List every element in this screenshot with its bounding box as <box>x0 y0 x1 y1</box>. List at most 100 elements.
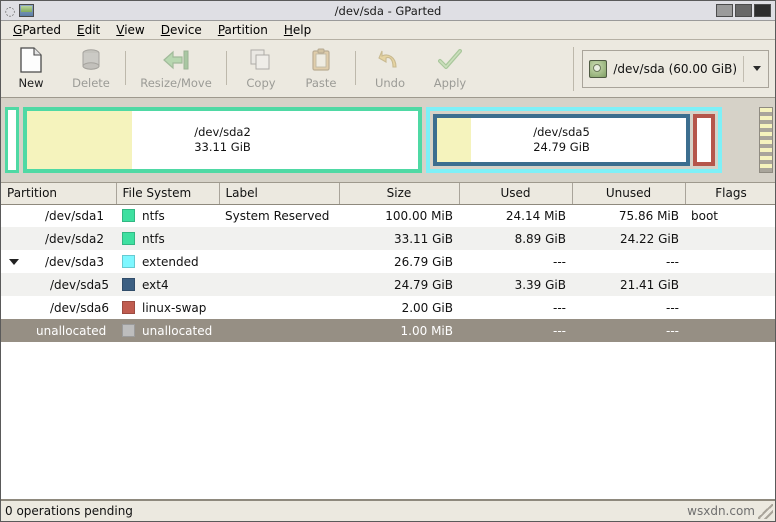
column-header-label[interactable]: Label <box>219 183 340 205</box>
cell-flags <box>685 227 775 250</box>
close-button[interactable] <box>754 4 771 17</box>
filesystem-name: unallocated <box>142 323 213 338</box>
graphic-partition-sda5[interactable]: /dev/sda5 24.79 GiB <box>433 114 690 166</box>
cell-partition: /dev/sda3 <box>1 250 116 273</box>
cell-size: 26.79 GiB <box>339 250 459 273</box>
cell-unused: 21.41 GiB <box>572 273 685 296</box>
cell-label <box>219 250 339 273</box>
copy-icon <box>246 46 276 74</box>
maximize-button[interactable] <box>735 4 752 17</box>
chevron-down-icon <box>8 258 19 265</box>
device-selector[interactable]: /dev/sda (60.00 GiB) <box>582 49 769 88</box>
cell-size: 33.11 GiB <box>339 227 459 250</box>
cell-used: 24.14 MiB <box>459 204 572 227</box>
partition-table-container: Partition File System Label Size Used Un… <box>1 182 775 499</box>
undo-button-label: Undo <box>374 76 406 90</box>
graphic-partition-sda1-fill <box>8 110 16 170</box>
resize-grip[interactable] <box>758 504 773 519</box>
graphic-partition-sda5-fill: /dev/sda5 24.79 GiB <box>437 118 686 162</box>
graphic-partition-sda6[interactable] <box>693 114 715 166</box>
delete-button[interactable]: Delete <box>61 40 121 96</box>
cell-filesystem: ntfs <box>116 204 219 227</box>
toolbar-separator-1 <box>125 51 126 85</box>
filesystem-name: linux-swap <box>142 300 207 315</box>
disk-graphic-partitions: /dev/sda2 33.11 GiB /dev/sda5 24.79 GiB <box>5 107 755 173</box>
table-row[interactable]: /dev/sda3 extended 26.79 GiB --- --- <box>1 250 775 273</box>
column-header-unused[interactable]: Unused <box>572 183 686 205</box>
partition-name: /dev/sda1 <box>44 208 104 223</box>
graphic-vertical-scrollbar[interactable] <box>759 107 773 173</box>
menu-help[interactable]: Help <box>276 22 319 38</box>
graphic-partition-sda1[interactable] <box>5 107 19 173</box>
resize-arrow-icon <box>161 46 191 74</box>
device-selector-divider <box>743 55 744 82</box>
cell-used: 8.89 GiB <box>459 227 572 250</box>
cell-partition: /dev/sda6 <box>1 296 116 319</box>
cell-size: 100.00 MiB <box>339 204 459 227</box>
window-controls <box>716 4 775 17</box>
device-selector-area: /dev/sda (60.00 GiB) <box>573 40 775 97</box>
column-header-partition[interactable]: Partition <box>1 183 117 205</box>
table-row[interactable]: /dev/sda2 ntfs 33.11 GiB 8.89 GiB 24.22 GiB <box>1 227 775 250</box>
filesystem-color-swatch <box>122 324 135 337</box>
expander-triangle-icon[interactable] <box>7 258 20 265</box>
chevron-down-icon[interactable] <box>753 66 761 71</box>
cell-flags: boot <box>685 204 775 227</box>
cell-filesystem: ext4 <box>116 273 219 296</box>
menu-view[interactable]: View <box>108 22 152 38</box>
partition-name: /dev/sda2 <box>44 231 104 246</box>
column-header-filesystem[interactable]: File System <box>116 183 220 205</box>
table-row[interactable]: /dev/sda5 ext4 24.79 GiB 3.39 GiB 21.41 GiB <box>1 273 775 296</box>
table-row[interactable]: unallocated unallocated 1.00 MiB --- --- <box>1 319 775 342</box>
graphic-partition-sda6-fill <box>697 118 711 162</box>
minimize-button[interactable] <box>716 4 733 17</box>
menu-device[interactable]: Device <box>153 22 210 38</box>
table-row[interactable]: /dev/sda1 ntfs System Reserved 100.00 MiB 24… <box>1 204 775 227</box>
cell-filesystem: ntfs <box>116 227 219 250</box>
column-header-flags[interactable]: Flags <box>685 183 775 205</box>
resize-move-button[interactable]: Resize/Move <box>130 40 222 96</box>
new-button[interactable]: New <box>1 40 61 96</box>
apply-button[interactable]: Apply <box>420 40 480 96</box>
menu-bar: GParted Edit View Device Partition Help <box>1 21 775 40</box>
cell-unused: --- <box>572 296 685 319</box>
column-header-used[interactable]: Used <box>459 183 573 205</box>
paste-button[interactable]: Paste <box>291 40 351 96</box>
copy-button[interactable]: Copy <box>231 40 291 96</box>
cell-unused: --- <box>572 319 685 342</box>
cell-label <box>219 273 339 296</box>
column-header-size[interactable]: Size <box>339 183 460 205</box>
cell-label <box>219 319 339 342</box>
filesystem-color-swatch <box>122 232 135 245</box>
cell-filesystem: extended <box>116 250 219 273</box>
menu-gparted[interactable]: GParted <box>5 22 69 38</box>
checkmark-icon <box>435 46 465 74</box>
new-document-icon <box>16 46 46 74</box>
undo-button[interactable]: Undo <box>360 40 420 96</box>
graphic-partition-sda2[interactable]: /dev/sda2 33.11 GiB <box>23 107 422 173</box>
filesystem-color-swatch <box>122 209 135 223</box>
hard-disk-icon <box>589 59 608 78</box>
cell-size: 24.79 GiB <box>339 273 459 296</box>
partition-name: /dev/sda5 <box>50 277 110 292</box>
copy-button-label: Copy <box>246 76 276 90</box>
disk-graphic-pane: /dev/sda2 33.11 GiB /dev/sda5 24.79 GiB <box>1 98 775 182</box>
cell-label <box>219 227 339 250</box>
filesystem-name: ntfs <box>142 208 165 223</box>
graphic-sda5-used-bar <box>437 118 472 162</box>
cell-unused: 75.86 MiB <box>572 204 685 227</box>
menu-partition[interactable]: Partition <box>210 22 276 38</box>
table-row[interactable]: /dev/sda6 linux-swap 2.00 GiB --- --- <box>1 296 775 319</box>
partition-name: unallocated <box>36 323 107 338</box>
table-header-row: Partition File System Label Size Used Un… <box>1 183 775 205</box>
toolbar-separator-4 <box>573 46 575 91</box>
cell-size: 1.00 MiB <box>339 319 459 342</box>
resize-move-button-label: Resize/Move <box>140 76 212 90</box>
menu-edit[interactable]: Edit <box>69 22 108 38</box>
graphic-partition-sda3-extended[interactable]: /dev/sda5 24.79 GiB <box>426 107 722 173</box>
cell-partition: /dev/sda2 <box>1 227 116 250</box>
cell-flags <box>685 296 775 319</box>
cell-label <box>219 296 339 319</box>
graphic-partition-sda2-fill: /dev/sda2 33.11 GiB <box>27 111 418 169</box>
filesystem-color-swatch <box>122 255 135 268</box>
